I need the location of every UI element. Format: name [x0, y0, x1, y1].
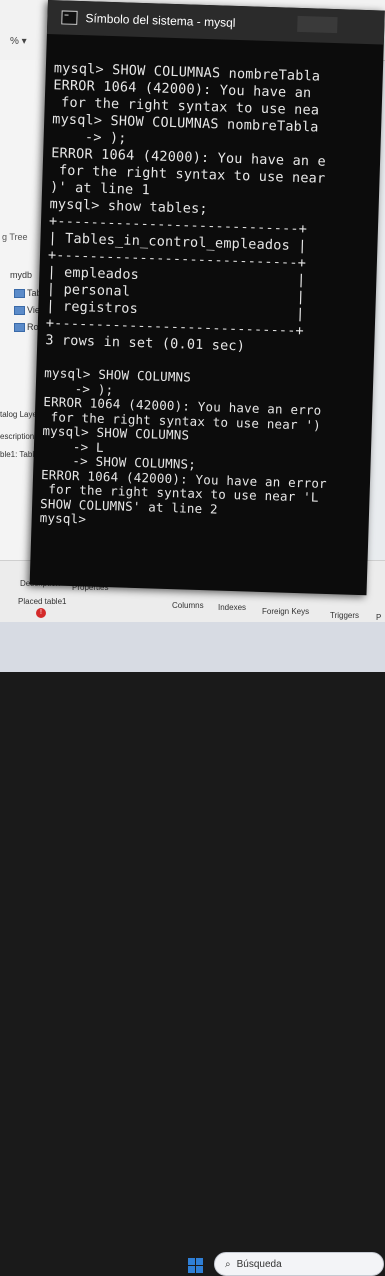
triggers-tab[interactable]: Triggers	[330, 611, 359, 620]
window-control-button[interactable]	[297, 15, 338, 34]
zoom-dropdown[interactable]: % ▾	[10, 36, 27, 47]
error-badge-icon: !	[36, 608, 46, 618]
tree-tab[interactable]: g Tree	[2, 232, 28, 242]
folder-icon	[14, 288, 25, 298]
command-prompt-window[interactable]: Símbolo del sistema - mysql mysql> SHOW …	[29, 0, 385, 596]
windows-start-icon[interactable]	[188, 1258, 204, 1274]
folder-icon	[14, 322, 25, 332]
console-output[interactable]: mysql> SHOW COLUMNAS nombreTabla ERROR 10…	[39, 60, 383, 536]
folder-icon	[14, 305, 25, 315]
schema-mydb[interactable]: mydb	[10, 270, 32, 280]
partitioning-tab[interactable]: P	[376, 613, 381, 622]
taskbar-search-input[interactable]: ⌕ Búsqueda	[214, 1252, 384, 1276]
cmd-app-icon	[61, 10, 78, 25]
taskbar: ⌕ Búsqueda	[0, 622, 385, 1276]
search-placeholder: Búsqueda	[236, 1258, 282, 1270]
window-title: Símbolo del sistema - mysql	[85, 11, 236, 30]
columns-tab[interactable]: Columns	[172, 601, 204, 610]
foreign-keys-tab[interactable]: Foreign Keys	[262, 607, 309, 616]
search-icon: ⌕	[225, 1258, 231, 1270]
indexes-tab[interactable]: Indexes	[218, 603, 246, 612]
placed-table-label: Placed table1	[18, 597, 67, 606]
